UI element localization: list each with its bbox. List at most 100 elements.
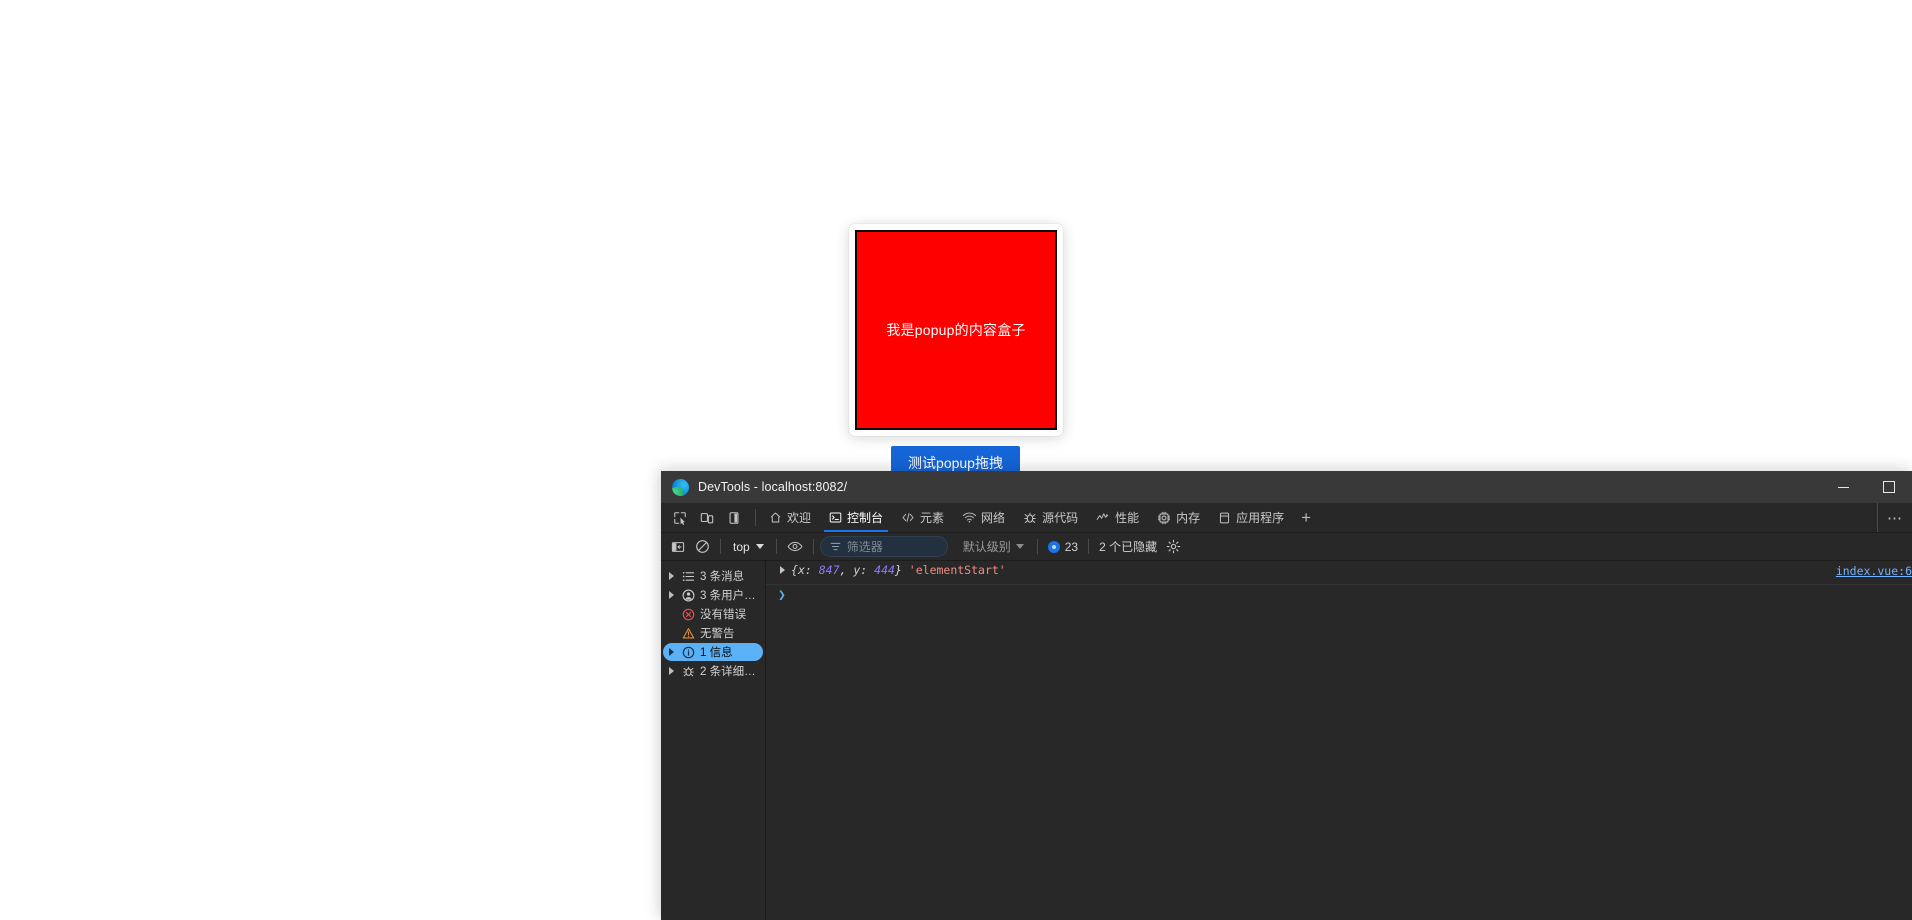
sidebar-item-messages[interactable]: 3 条消息 (663, 567, 763, 585)
eye-icon (787, 541, 803, 552)
tab-application[interactable]: 应用程序 (1209, 503, 1293, 532)
log-level-label: 默认级别 (962, 540, 1011, 554)
dock-side-button[interactable] (721, 505, 746, 530)
device-toolbar-button[interactable] (694, 505, 719, 530)
console-prompt-row[interactable]: ❯ (766, 585, 1912, 611)
console-string-value: 'elementStart' (908, 563, 1006, 577)
toolbar-divider-4 (1036, 539, 1038, 554)
network-wifi-icon (962, 512, 977, 523)
devtools-tool-icons (661, 503, 751, 532)
issues-counter[interactable]: 23 (1044, 540, 1082, 554)
popup-content-box[interactable]: 我是popup的内容盒子 (855, 230, 1057, 430)
tab-welcome[interactable]: 欢迎 (760, 503, 820, 532)
tab-sources-label: 源代码 (1042, 511, 1079, 525)
devtools-window: DevTools - localhost:8082/ 欢迎 控制台 元素 网络 … (661, 471, 1912, 920)
gear-icon (1166, 539, 1180, 554)
popup-content-text: 我是popup的内容盒子 (886, 321, 1026, 338)
tab-elements-label: 元素 (920, 511, 945, 525)
sidebar-item-verbose[interactable]: 2 条详细消… (663, 662, 763, 680)
object-close-brace: } (894, 563, 902, 577)
object-comma: , (839, 563, 854, 577)
titlebar-left-group: DevTools - localhost:8082/ (661, 478, 848, 496)
execution-context-selector[interactable]: top (727, 536, 770, 557)
warning-triangle-icon (681, 627, 696, 640)
expand-triangle-icon[interactable] (666, 667, 677, 675)
hidden-messages-label[interactable]: 2 个已隐藏 (1095, 538, 1161, 555)
object-value-x: 847 (818, 563, 840, 577)
sidebar-item-errors[interactable]: 没有错误 (663, 605, 763, 623)
window-controls (1820, 471, 1912, 503)
live-expression-button[interactable] (783, 536, 807, 558)
sidebar-item-label: 3 条用户消… (700, 590, 763, 602)
object-key-y: y: (853, 563, 875, 577)
tabbar-right-group: ⋯ (1877, 503, 1912, 532)
devtools-titlebar[interactable]: DevTools - localhost:8082/ (661, 471, 1912, 503)
tab-performance[interactable]: 性能 (1087, 503, 1148, 532)
sidebar-item-info[interactable]: 1 信息 (663, 643, 763, 661)
performance-gauge-icon (1096, 513, 1109, 520)
console-sidebar-toggle-button[interactable] (666, 536, 690, 558)
device-toolbar-icon (700, 512, 713, 523)
console-toolbar: top 筛选器 默认级别 23 2 个已隐藏 (661, 533, 1912, 561)
tab-network-label: 网络 (981, 511, 1006, 525)
tab-elements[interactable]: 元素 (892, 503, 953, 532)
console-source-link[interactable]: index.vue:6 (1836, 564, 1912, 579)
clear-console-icon (695, 540, 709, 553)
minimize-icon (1837, 486, 1849, 488)
tab-sources[interactable]: 源代码 (1014, 503, 1087, 532)
console-prompt-input[interactable] (792, 588, 1912, 603)
issues-badge-icon (1047, 540, 1060, 553)
inspect-element-button[interactable] (667, 505, 692, 530)
tab-memory-label: 内存 (1176, 511, 1201, 525)
dock-side-icon (729, 511, 738, 524)
more-tools-button[interactable]: ⋯ (1883, 506, 1907, 530)
expand-triangle-icon[interactable] (666, 591, 677, 599)
devtools-tabbar: 欢迎 控制台 元素 网络 源代码 性能 内存 应用程序 + ⋯ (661, 503, 1912, 533)
tab-console-label: 控制台 (847, 511, 884, 525)
sidebar-item-label: 没有错误 (700, 609, 746, 621)
sidebar-item-user-messages[interactable]: 3 条用户消… (663, 586, 763, 604)
error-circle-icon (681, 608, 696, 621)
expand-triangle-icon[interactable] (666, 572, 677, 580)
window-minimize-button[interactable] (1820, 471, 1866, 503)
object-open-brace: { (791, 563, 798, 577)
toolbar-divider-3 (812, 539, 814, 554)
toolbar-divider-1 (720, 539, 721, 554)
console-filter-input[interactable]: 筛选器 (819, 536, 948, 557)
expand-triangle-icon[interactable] (666, 648, 677, 656)
object-value-y: 444 (874, 563, 895, 577)
add-panel-button[interactable]: + (1293, 503, 1319, 532)
tab-network[interactable]: 网络 (953, 503, 1014, 532)
log-level-selector[interactable]: 默认级别 (956, 536, 1031, 557)
info-circle-icon (681, 646, 696, 659)
chevron-down-icon (755, 544, 764, 549)
sidebar-item-label: 无警告 (700, 628, 735, 640)
inspect-element-icon (673, 511, 686, 525)
chevron-down-icon (1015, 544, 1024, 549)
console-prompt-chevron-icon: ❯ (778, 588, 786, 603)
tab-console[interactable]: 控制台 (820, 503, 892, 532)
clear-console-button[interactable] (690, 536, 714, 558)
user-message-icon (681, 589, 696, 602)
toolbar-divider-5 (1088, 539, 1090, 554)
edge-logo-icon (672, 478, 689, 496)
execution-context-label: top (733, 539, 750, 554)
application-box-icon (1220, 512, 1230, 523)
maximize-icon (1883, 481, 1895, 493)
console-settings-button[interactable] (1161, 536, 1185, 558)
popup-container[interactable]: 我是popup的内容盒子 (849, 224, 1063, 436)
sidebar-item-label: 2 条详细消… (700, 666, 763, 678)
toolbar-divider-2 (775, 539, 777, 554)
window-maximize-button[interactable] (1866, 471, 1912, 503)
expand-triangle-icon[interactable] (780, 563, 791, 574)
home-icon (770, 512, 781, 523)
verbose-bug-icon (681, 665, 696, 678)
console-message-row[interactable]: {x: 847, y: 444} 'elementStart' index.vu… (766, 561, 1912, 585)
sidebar-item-warnings[interactable]: 无警告 (663, 624, 763, 642)
code-brackets-icon (902, 513, 914, 522)
tab-memory[interactable]: 内存 (1148, 503, 1209, 532)
object-key-x: x: (797, 563, 819, 577)
console-filter-placeholder: 筛选器 (846, 540, 883, 554)
devtools-window-title: DevTools - localhost:8082/ (698, 480, 848, 494)
console-sidebar: 3 条消息 3 条用户消… 没有错误 无警告 1 信息 2 条详细消… (661, 561, 766, 920)
